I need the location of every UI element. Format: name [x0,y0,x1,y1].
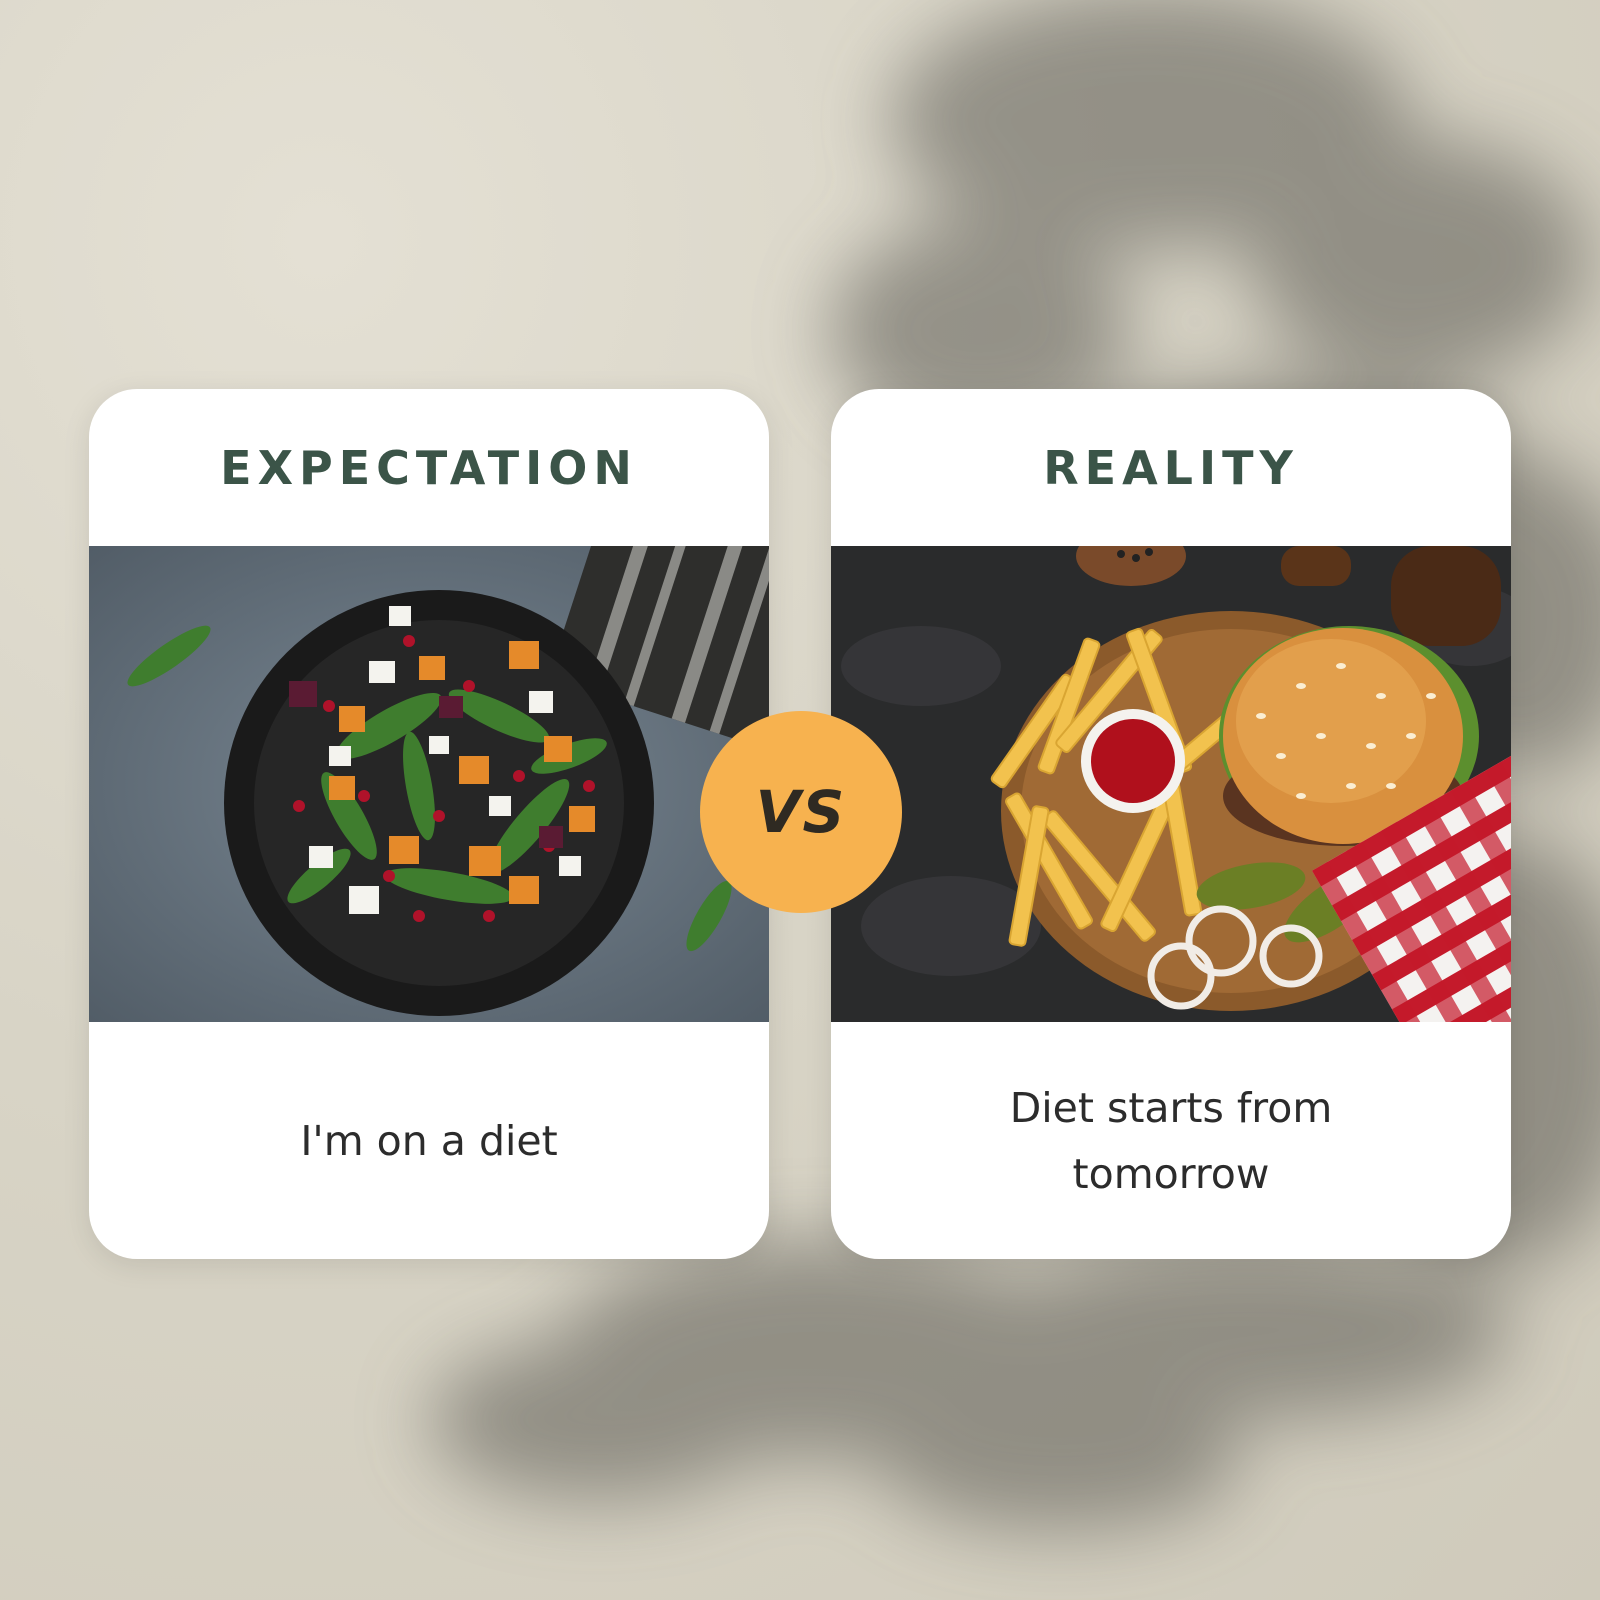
expectation-caption: I'm on a diet [300,1116,558,1165]
expectation-title: EXPECTATION [220,440,638,495]
reality-caption-line-2: tomorrow [1072,1149,1270,1198]
reality-card: REALITY Diet starts from tomorrow [831,389,1511,1259]
salad-bowl-photo [89,546,769,1022]
reality-caption-line-1: Diet starts from [1009,1083,1333,1132]
reality-title: REALITY [1043,440,1299,495]
burger-and-fries-photo [831,546,1511,1022]
vs-badge: VS [700,711,902,913]
reality-caption: Diet starts from tomorrow [831,1022,1511,1259]
expectation-card: EXPECTATION I'm on a diet [89,389,769,1259]
